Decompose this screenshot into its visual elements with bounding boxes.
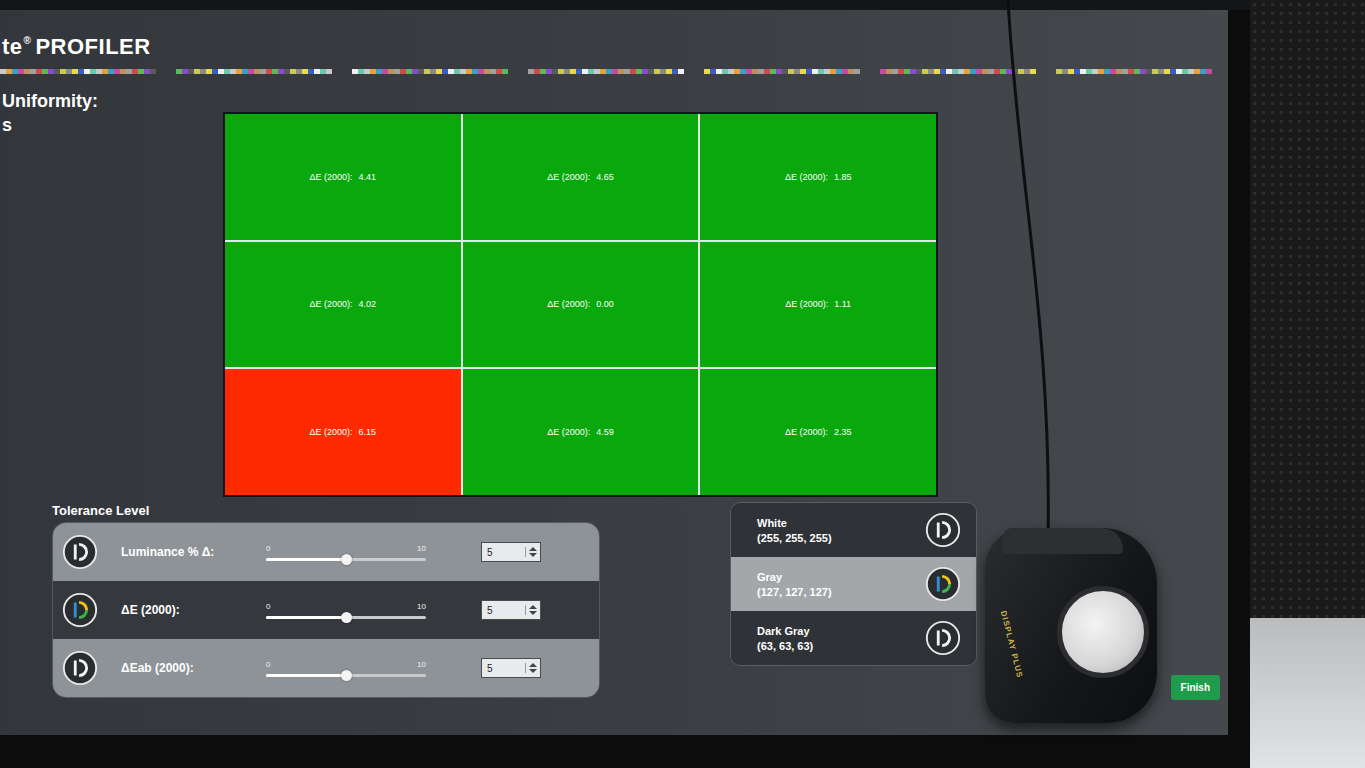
tolerance-slider[interactable]: 010 bbox=[266, 544, 426, 561]
tolerance-slider[interactable]: 010 bbox=[266, 660, 426, 677]
color-strip-group bbox=[352, 69, 508, 74]
slider-thumb[interactable] bbox=[341, 670, 352, 681]
diffuser-icon bbox=[1057, 586, 1149, 678]
color-strip bbox=[0, 69, 1228, 74]
spinner-icon[interactable] bbox=[525, 663, 537, 673]
slider-track[interactable] bbox=[266, 674, 426, 677]
colorimeter: DISPLAY PLUS bbox=[985, 528, 1157, 723]
uniformity-cell: ΔE (2000):4.41 bbox=[225, 114, 461, 240]
tolerance-input[interactable]: 5 bbox=[481, 658, 541, 678]
background-wall bbox=[1250, 0, 1365, 768]
slider-thumb[interactable] bbox=[341, 612, 352, 623]
tolerance-title: Tolerance Level bbox=[52, 502, 600, 520]
monitor-bezel bbox=[0, 0, 1250, 10]
uniformity-cell: ΔE (2000):4.02 bbox=[225, 242, 461, 368]
color-swatch bbox=[678, 69, 684, 74]
page-title: Uniformity:s bbox=[0, 74, 223, 497]
color-swatch bbox=[1206, 69, 1212, 74]
tolerance-panel: Luminance % Δ:0105ΔE (2000):0105ΔEab (20… bbox=[52, 522, 600, 698]
app-logo: te®PROFILER bbox=[0, 32, 1228, 62]
color-strip-group bbox=[0, 69, 156, 74]
tolerance-row[interactable]: Luminance % Δ:010 5 bbox=[53, 523, 599, 581]
profile-icon[interactable] bbox=[61, 533, 99, 571]
acoustic-panel bbox=[1250, 0, 1365, 618]
profile-icon[interactable] bbox=[61, 649, 99, 687]
slider-thumb[interactable] bbox=[341, 554, 352, 565]
tolerance-input[interactable]: 5 bbox=[481, 600, 541, 620]
uniformity-cell: ΔE (2000):0.00 bbox=[463, 242, 699, 368]
uniformity-cell: ΔE (2000):1.85 bbox=[700, 114, 936, 240]
slider-track[interactable] bbox=[266, 558, 426, 561]
spinner-icon[interactable] bbox=[525, 605, 537, 615]
profile-icon[interactable] bbox=[924, 565, 962, 603]
color-strip-group bbox=[176, 69, 332, 74]
color-strip-group bbox=[880, 69, 1036, 74]
pattern-item[interactable]: Gray(127, 127, 127) bbox=[731, 557, 976, 611]
tolerance-label: Luminance % Δ: bbox=[121, 545, 266, 559]
color-swatch bbox=[1030, 69, 1036, 74]
tolerance-label: ΔE (2000): bbox=[121, 603, 266, 617]
uniformity-cell: ΔE (2000):2.35 bbox=[700, 369, 936, 495]
uniformity-cell: ΔE (2000):1.11 bbox=[700, 242, 936, 368]
profile-icon[interactable] bbox=[924, 619, 962, 657]
tolerance-row[interactable]: ΔEab (2000):010 5 bbox=[53, 639, 599, 697]
profile-icon[interactable] bbox=[61, 591, 99, 629]
spinner-icon[interactable] bbox=[525, 547, 537, 557]
tolerance-input[interactable]: 5 bbox=[481, 542, 541, 562]
pattern-list: White(255, 255, 255)Gray(127, 127, 127)D… bbox=[730, 502, 977, 666]
desk bbox=[1250, 618, 1365, 768]
tolerance-row[interactable]: ΔE (2000):010 5 bbox=[53, 581, 599, 639]
color-swatch bbox=[326, 69, 332, 74]
profile-icon[interactable] bbox=[924, 511, 962, 549]
pattern-item[interactable]: White(255, 255, 255) bbox=[731, 503, 976, 557]
cable-icon bbox=[0, 0, 1365, 768]
uniformity-grid: ΔE (2000):4.41ΔE (2000):4.65ΔE (2000):1.… bbox=[223, 112, 938, 497]
color-strip-group bbox=[704, 69, 860, 74]
slider-track[interactable] bbox=[266, 616, 426, 619]
tolerance-section: Tolerance LevelLuminance % Δ:0105ΔE (200… bbox=[52, 502, 600, 698]
color-swatch bbox=[854, 69, 860, 74]
color-swatch bbox=[150, 69, 156, 74]
color-swatch bbox=[502, 69, 508, 74]
uniformity-cell: ΔE (2000):4.65 bbox=[463, 114, 699, 240]
finish-button[interactable]: Finish bbox=[1171, 675, 1220, 700]
tolerance-slider[interactable]: 010 bbox=[266, 602, 426, 619]
tolerance-label: ΔEab (2000): bbox=[121, 661, 266, 675]
pattern-item[interactable]: Dark Gray(63, 63, 63) bbox=[731, 611, 976, 665]
uniformity-cell: ΔE (2000):4.59 bbox=[463, 369, 699, 495]
color-strip-group bbox=[528, 69, 684, 74]
uniformity-cell: ΔE (2000):6.15 bbox=[225, 369, 461, 495]
photo-scene: te®PROFILERUniformity:sΔE (2000):4.41ΔE … bbox=[0, 0, 1365, 768]
color-strip-group bbox=[1056, 69, 1212, 74]
